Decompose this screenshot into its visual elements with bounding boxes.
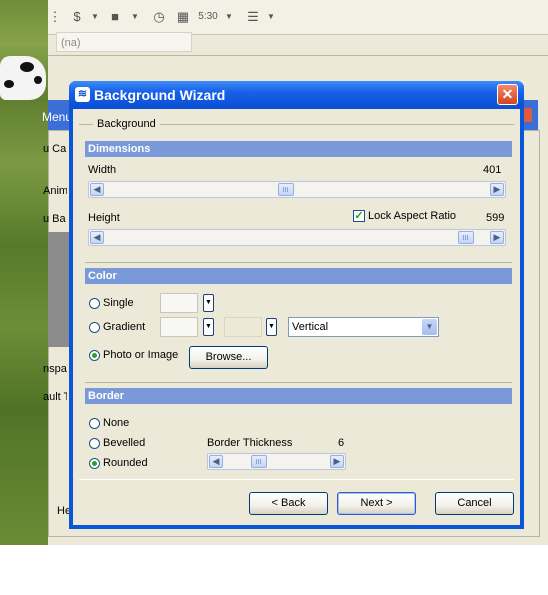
parent-label: nspa <box>43 363 67 375</box>
parent-label: u Ca <box>43 143 67 155</box>
parent-divider <box>48 55 548 56</box>
width-slider[interactable]: ◀ ▶ <box>88 181 506 198</box>
height-label: Height <box>88 212 120 224</box>
color-header: Color <box>85 268 512 284</box>
gradient-label: Gradient <box>103 321 146 333</box>
section-divider <box>85 382 512 383</box>
gradient-color1-swatch[interactable] <box>160 317 198 337</box>
height-slider-thumb[interactable] <box>458 231 474 244</box>
parent-text-field[interactable]: (na) <box>56 32 192 52</box>
parent-toolbar: ⋮ $ ▼ ■ ▼ ◷ ▦ 5:30 ▼ ☰ ▼ <box>48 0 548 35</box>
chevron-down-icon[interactable]: ▼ <box>203 294 214 312</box>
bevelled-radio[interactable] <box>89 438 100 449</box>
border-thickness-value: 6 <box>338 437 345 449</box>
clock-icon[interactable]: ◷ <box>152 10 166 24</box>
chevron-down-icon[interactable]: ▼ <box>128 10 142 24</box>
border-thickness-thumb[interactable] <box>251 455 267 468</box>
photo-radio[interactable] <box>89 350 100 361</box>
single-color-swatch[interactable] <box>160 293 198 313</box>
dialog-title: Background Wizard <box>94 87 226 103</box>
table-icon[interactable]: ▦ <box>176 10 190 24</box>
parent-label: ault T <box>43 391 67 403</box>
chevron-right-icon[interactable]: ▶ <box>330 455 344 468</box>
single-label: Single <box>103 297 134 309</box>
chevron-down-icon[interactable]: ▼ <box>264 10 278 24</box>
rounded-label: Rounded <box>103 457 148 469</box>
time-format-label[interactable]: 5:30 <box>198 10 218 24</box>
photo-label: Photo or Image <box>103 349 179 361</box>
border-thickness-slider[interactable]: ◀ ▶ <box>207 453 346 470</box>
width-slider-thumb[interactable] <box>278 183 294 196</box>
rounded-radio[interactable] <box>89 458 100 469</box>
chevron-right-icon[interactable]: ▶ <box>490 231 504 244</box>
gradient-radio[interactable] <box>89 322 100 333</box>
chevron-right-icon[interactable]: ▶ <box>490 183 504 196</box>
none-label: None <box>103 417 130 429</box>
cancel-button[interactable]: Cancel <box>435 492 514 515</box>
chevron-left-icon[interactable]: ◀ <box>90 231 104 244</box>
underline-dollar-icon[interactable]: $ <box>70 10 84 24</box>
chevron-down-icon[interactable]: ▼ <box>266 318 277 336</box>
gradient-color2-swatch[interactable] <box>224 317 262 337</box>
border-header: Border <box>85 388 512 404</box>
lock-aspect-checkbox[interactable]: ✓ <box>353 210 365 222</box>
chevron-down-icon[interactable]: ▼ <box>222 10 236 24</box>
bevelled-label: Bevelled <box>103 437 146 449</box>
footer-divider <box>79 479 514 480</box>
back-button[interactable]: < Back <box>249 492 328 515</box>
none-radio[interactable] <box>89 418 100 429</box>
width-label: Width <box>88 164 117 176</box>
chevron-down-icon[interactable]: ▼ <box>203 318 214 336</box>
group-label: Background <box>93 118 160 130</box>
section-divider <box>85 262 512 263</box>
single-radio[interactable] <box>89 298 100 309</box>
wizard-app-icon: ≋ <box>75 87 90 102</box>
align-icon[interactable]: ☰ <box>244 10 262 24</box>
grip-icon: ⋮ <box>48 9 62 24</box>
lock-aspect-label: Lock Aspect Ratio <box>368 210 457 222</box>
chevron-left-icon[interactable]: ◀ <box>90 183 104 196</box>
chevron-down-icon[interactable]: ▼ <box>88 10 102 24</box>
height-value: 599 <box>486 212 505 224</box>
border-thickness-label: Border Thickness <box>207 437 293 449</box>
browse-button[interactable]: Browse... <box>189 346 268 369</box>
chevron-left-icon[interactable]: ◀ <box>209 455 223 468</box>
close-button[interactable]: ✕ <box>497 84 518 105</box>
dimensions-header: Dimensions <box>85 141 512 157</box>
dialog-titlebar[interactable]: ≋ Background Wizard ✕ <box>69 81 524 109</box>
gradient-direction-select[interactable]: Vertical ▼ <box>288 317 439 337</box>
dialog-client: Background Dimensions Width 401 ◀ ▶ Heig… <box>73 109 520 525</box>
background-wizard-dialog: ≋ Background Wizard ✕ Background Dimensi… <box>69 81 524 529</box>
width-value: 401 <box>483 164 502 176</box>
next-button[interactable]: Next > <box>337 492 416 515</box>
parent-label: Anim <box>43 185 67 197</box>
height-slider[interactable]: ◀ ▶ <box>88 229 506 246</box>
parent-preview <box>48 232 70 347</box>
gradient-direction-value: Vertical <box>292 321 329 333</box>
fill-icon[interactable]: ■ <box>108 10 122 24</box>
parent-panel-title: Menu <box>42 110 72 124</box>
parent-label: u Ba <box>43 213 66 225</box>
chevron-down-icon[interactable]: ▼ <box>422 319 437 335</box>
cow-image <box>0 56 46 100</box>
